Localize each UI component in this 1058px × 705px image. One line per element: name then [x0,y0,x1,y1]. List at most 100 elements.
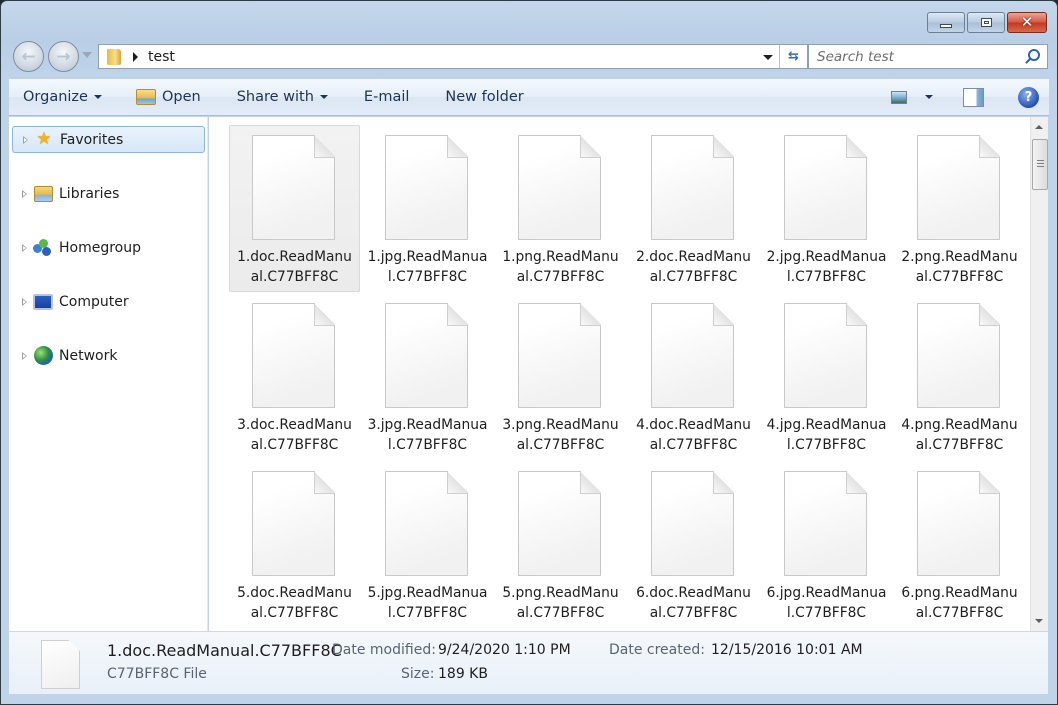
chevron-down-icon [319,95,328,99]
expand-arrow-icon[interactable] [22,243,27,252]
date-modified-label: Date modified: [332,642,436,658]
file-item[interactable]: 2.jpg.ReadManua l.C77BFF8C [761,125,892,292]
file-item[interactable]: 5.jpg.ReadManua l.C77BFF8C [362,461,493,628]
address-bar[interactable]: test ⇆ [98,44,808,69]
help-icon[interactable]: ? [1018,86,1039,108]
file-icon [41,640,80,689]
page-fold-icon [979,471,1000,494]
size-label: Size: [401,666,435,682]
view-options-dropdown[interactable] [925,95,933,99]
file-name-label: 1.png.ReadManu al.C77BFF8C [502,249,619,285]
share-with-label: Share with [236,89,314,105]
forward-arrow-icon: → [56,46,71,67]
breadcrumb-item[interactable]: test [148,49,175,65]
expand-arrow-icon[interactable] [22,189,27,198]
explorer-window: ✕ ← → test ⇆ Organize Open Share with [0,0,1058,705]
search-icon[interactable] [1028,49,1040,61]
file-item[interactable]: 5.png.ReadManu al.C77BFF8C [495,461,626,628]
scrollbar-thumb[interactable] [1032,139,1048,190]
scroll-down-arrow-icon[interactable] [1035,619,1043,623]
file-item[interactable]: 3.jpg.ReadManua l.C77BFF8C [362,293,493,460]
file-item[interactable]: 4.jpg.ReadManua l.C77BFF8C [761,293,892,460]
file-item[interactable]: 1.doc.ReadManu al.C77BFF8C [229,125,360,292]
file-name-label: 2.doc.ReadManu al.C77BFF8C [636,249,751,285]
maximize-button[interactable] [967,12,1005,33]
preview-pane-icon[interactable] [963,87,984,107]
scroll-up-arrow-icon[interactable] [1035,125,1043,129]
sidebar-item-favorites[interactable]: ★ Favorites [12,126,205,153]
page-fold-icon [447,135,468,158]
change-view-icon[interactable] [891,90,907,104]
file-item[interactable]: 3.png.ReadManu al.C77BFF8C [495,293,626,460]
file-item[interactable]: 6.jpg.ReadManua l.C77BFF8C [761,461,892,628]
close-button[interactable]: ✕ [1007,12,1047,33]
homegroup-icon [33,238,53,258]
page-fold-icon [713,471,734,494]
page-fold-icon [580,135,601,158]
folder-icon [107,48,121,65]
share-with-menu[interactable]: Share with [225,79,340,115]
libraries-icon [33,184,53,204]
new-folder-button[interactable]: New folder [433,79,535,115]
expand-arrow-icon[interactable] [22,297,27,306]
sidebar-item-label: Computer [59,293,129,310]
computer-icon [33,292,53,312]
search-input[interactable] [809,48,1009,65]
expand-arrow-icon[interactable] [22,351,27,360]
sidebar-item-homegroup[interactable]: Homegroup [12,234,205,261]
date-created-value: 12/15/2016 10:01 AM [711,642,863,658]
chevron-down-icon [93,95,102,99]
file-item[interactable]: 1.png.ReadManu al.C77BFF8C [495,125,626,292]
sidebar-item-label: Homegroup [59,239,142,256]
file-item[interactable]: 3.doc.ReadManu al.C77BFF8C [229,293,360,460]
open-button[interactable]: Open [124,79,213,115]
sidebar-item-libraries[interactable]: Libraries [12,180,205,207]
organize-menu[interactable]: Organize [9,79,114,115]
star-icon: ★ [36,129,52,149]
close-icon: ✕ [1020,13,1034,31]
refresh-icon: ⇆ [788,49,799,64]
file-name-label: 6.png.ReadManu al.C77BFF8C [901,585,1018,621]
page-fold-icon [846,135,867,158]
email-label: E-mail [363,89,410,105]
forward-button[interactable]: → [48,41,79,72]
file-item[interactable]: 4.png.ReadManu al.C77BFF8C [894,293,1025,460]
back-arrow-icon: ← [21,46,36,67]
page-fold-icon [979,303,1000,326]
file-name-label: 5.jpg.ReadManua l.C77BFF8C [367,585,488,621]
breadcrumb-chevron-icon[interactable] [133,51,138,62]
sidebar-item-label: Favorites [60,131,124,148]
page-fold-icon [314,471,335,494]
back-button[interactable]: ← [13,41,44,72]
organize-label: Organize [23,89,88,105]
recent-pages-dropdown[interactable] [82,52,92,58]
refresh-button[interactable]: ⇆ [779,45,807,68]
navigation-bar: ← → test ⇆ [11,41,1048,72]
page-fold-icon [580,471,601,494]
file-item[interactable]: 1.jpg.ReadManua l.C77BFF8C [362,125,493,292]
file-item[interactable]: 6.doc.ReadManu al.C77BFF8C [628,461,759,628]
file-item[interactable]: 2.doc.ReadManu al.C77BFF8C [628,125,759,292]
file-name-label: 6.doc.ReadManu al.C77BFF8C [636,585,751,621]
email-button[interactable]: E-mail [352,79,421,115]
vertical-scrollbar[interactable] [1030,117,1048,631]
page-fold-icon [447,471,468,494]
minimize-icon [940,23,952,28]
expand-arrow-icon[interactable] [23,135,28,144]
file-name-label: 1.jpg.ReadManua l.C77BFF8C [367,249,488,285]
file-item[interactable]: 5.doc.ReadManu al.C77BFF8C [229,461,360,628]
search-box[interactable] [808,44,1048,69]
address-history-dropdown[interactable] [763,55,773,60]
selected-file-type: C77BFF8C File [107,666,207,682]
file-item[interactable]: 4.doc.ReadManu al.C77BFF8C [628,293,759,460]
file-name-label: 3.doc.ReadManu al.C77BFF8C [237,417,352,453]
sidebar-item-computer[interactable]: Computer [12,288,205,315]
file-name-label: 6.jpg.ReadManua l.C77BFF8C [766,585,887,621]
file-item[interactable]: 6.png.ReadManu al.C77BFF8C [894,461,1025,628]
file-name-label: 2.png.ReadManu al.C77BFF8C [901,249,1018,285]
file-item[interactable]: 2.png.ReadManu al.C77BFF8C [894,125,1025,292]
minimize-button[interactable] [927,12,965,33]
file-name-label: 4.doc.ReadManu al.C77BFF8C [636,417,751,453]
sidebar-item-network[interactable]: Network [12,342,205,369]
navigation-pane: ★ Favorites Libraries Homegroup Computer [9,117,208,631]
